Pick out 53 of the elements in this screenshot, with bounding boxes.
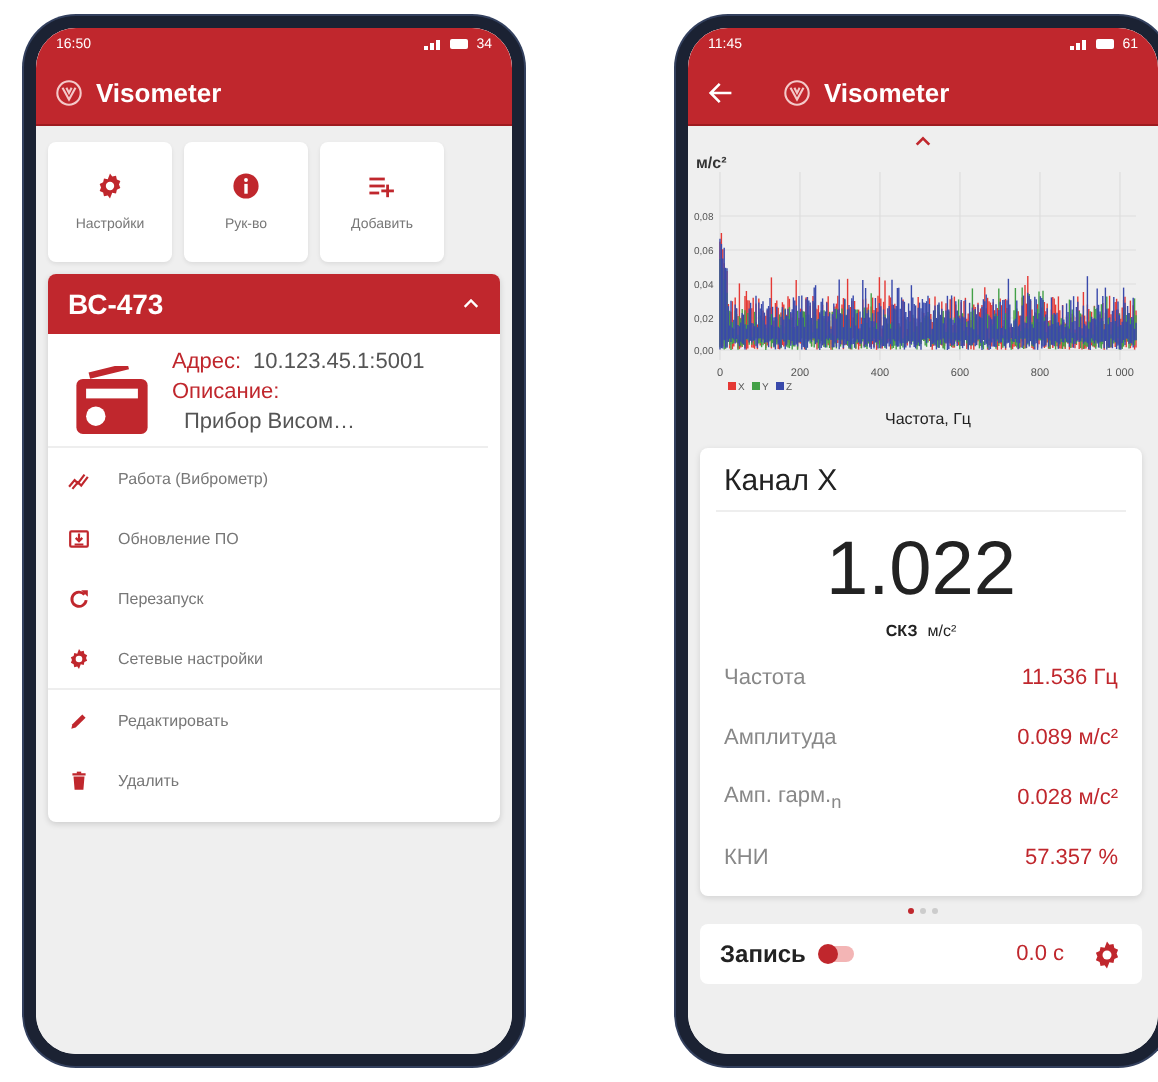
- battery-icon: [450, 38, 471, 50]
- menu-item[interactable]: Сетевые настройки: [118, 649, 264, 667]
- logo-icon: [784, 79, 810, 105]
- menu-item[interactable]: Удалить: [118, 771, 180, 789]
- chevron-up-icon[interactable]: [914, 134, 932, 148]
- param-label: КНИ: [724, 846, 769, 870]
- address-label: Адрес:: [172, 350, 242, 374]
- refresh-icon: [68, 587, 90, 609]
- radio-icon: [76, 366, 148, 434]
- app-title: Visometer: [96, 77, 222, 107]
- menu-item[interactable]: Обновление ПО: [118, 529, 239, 547]
- channel-title: Канал X: [716, 460, 1126, 512]
- info-icon: [232, 172, 260, 200]
- back-arrow-icon[interactable]: [708, 79, 734, 105]
- record-toggle[interactable]: [821, 946, 854, 962]
- device-name: ВС-473: [68, 288, 164, 320]
- param-label: Амплитуда: [724, 726, 837, 750]
- chevron-up-icon[interactable]: [462, 295, 480, 313]
- param-value: 0.028 м/с²: [1017, 786, 1118, 810]
- add-list-icon: [368, 172, 396, 200]
- rms-value: 1.022: [825, 528, 1017, 614]
- battery-icon: [1096, 38, 1117, 50]
- settings-icon[interactable]: [1092, 939, 1122, 969]
- param-label: Амп. гарм.$_{n}$: [724, 783, 842, 813]
- description-value: Прибор Висом…: [182, 410, 358, 434]
- menu-item[interactable]: Редактировать: [118, 711, 229, 729]
- address-value: 10.123.45.1:5001: [253, 350, 425, 374]
- app-title: Visometer: [824, 77, 950, 107]
- page-indicator-dot[interactable]: [908, 908, 914, 914]
- signal-icon: [424, 38, 445, 50]
- settings-icon: [68, 647, 90, 669]
- rms-unit: м/с²: [927, 622, 957, 640]
- card-header[interactable]: ВС-473: [48, 274, 500, 334]
- page-indicator-dot[interactable]: [932, 908, 938, 914]
- menu-item[interactable]: Работа (Виброметр): [118, 469, 269, 487]
- trash-icon: [68, 769, 90, 791]
- record-label: Запись: [720, 940, 806, 968]
- param-value: 0.089 м/с²: [1017, 726, 1118, 750]
- signal-icon: [1070, 38, 1091, 50]
- param-value: 57.357 %: [1025, 846, 1118, 870]
- download-icon: [68, 527, 90, 549]
- description-label: Описание:: [172, 380, 282, 404]
- pencil-icon: [68, 709, 90, 731]
- page-indicator-dot[interactable]: [920, 908, 926, 914]
- param-value: 11.536 Гц: [1021, 666, 1118, 690]
- record-time: 0.0 с: [1016, 942, 1064, 966]
- menu-item[interactable]: Перезапуск: [118, 589, 204, 607]
- param-label: Частота: [724, 666, 806, 690]
- axis-unit: м/с²: [696, 154, 727, 172]
- settings-icon: [96, 172, 124, 200]
- rms-label: СКЗ: [885, 622, 918, 640]
- logo-icon: [56, 79, 82, 105]
- axis-title: Частота, Гц: [885, 410, 971, 428]
